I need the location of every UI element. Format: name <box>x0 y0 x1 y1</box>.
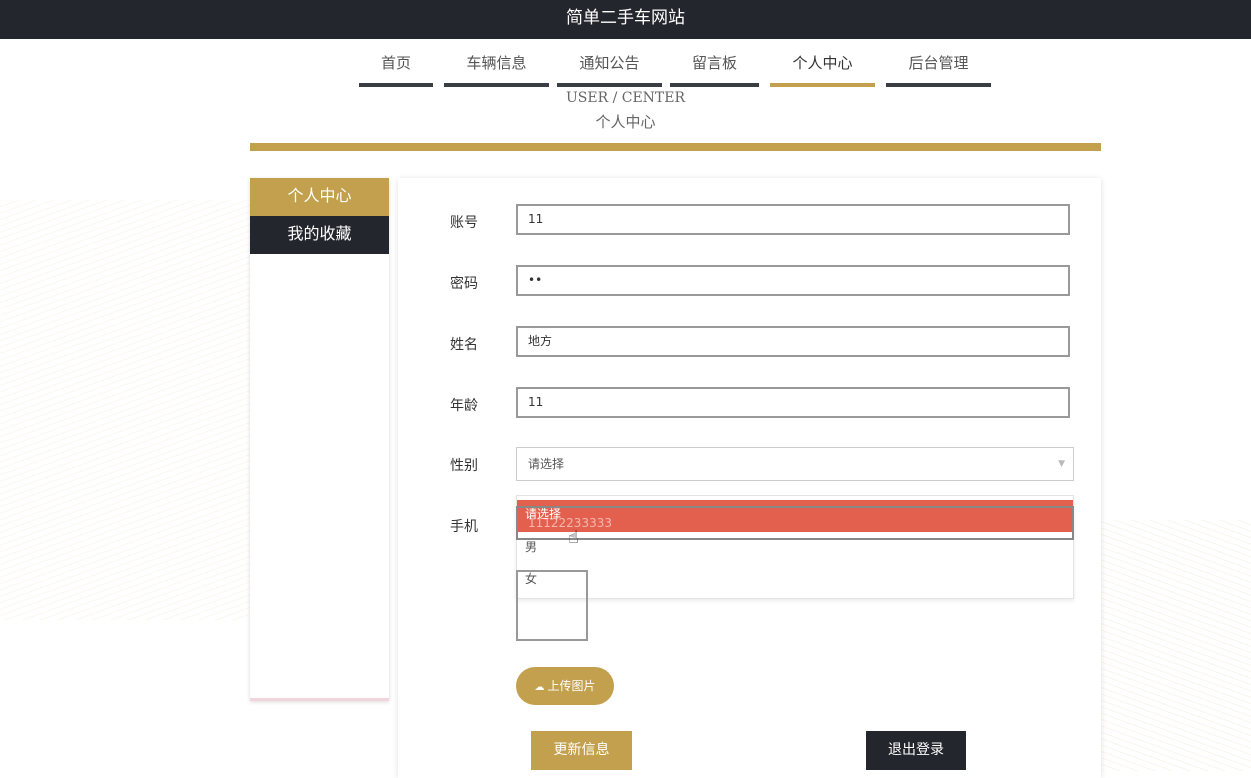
logout-button[interactable]: 退出登录 <box>866 731 966 770</box>
name-field[interactable]: 地方 <box>516 326 1070 357</box>
sidebar-item-user-center[interactable]: 个人中心 <box>250 178 389 216</box>
name-label: 姓名 <box>450 337 478 353</box>
phone-label: 手机 <box>450 519 478 535</box>
upload-label: 上传图片 <box>547 679 596 693</box>
nav-label: 个人中心 <box>792 54 853 72</box>
age-field[interactable]: 11 <box>516 387 1070 418</box>
sidebar: 个人中心 我的收藏 <box>250 178 389 701</box>
main-nav: 首页 车辆信息 通知公告 留言板 个人中心 后台管理 <box>0 39 1251 87</box>
update-info-button[interactable]: 更新信息 <box>531 731 632 770</box>
section-heading-en: USER / CENTER <box>565 90 686 106</box>
nav-item-message-board[interactable]: 留言板 <box>670 39 759 87</box>
upload-image-button[interactable]: ☁ 上传图片 <box>516 667 614 705</box>
chevron-down-icon: ▼ <box>1058 459 1065 469</box>
password-field[interactable]: •• <box>516 265 1070 296</box>
background-decoration-left <box>0 200 250 620</box>
nav-item-vehicles[interactable]: 车辆信息 <box>444 39 549 87</box>
hand-pointer-icon: ☝ <box>568 527 579 548</box>
sidebar-item-favorites[interactable]: 我的收藏 <box>250 216 389 254</box>
gender-dropdown: 请选择 男 女 <box>516 495 1074 599</box>
nav-label: 首页 <box>380 54 411 72</box>
gender-select[interactable]: 请选择 ▼ <box>516 447 1074 481</box>
nav-item-admin[interactable]: 后台管理 <box>886 39 991 87</box>
cloud-upload-icon: ☁ <box>534 682 545 693</box>
gender-select-value: 请选择 <box>528 457 565 471</box>
password-label: 密码 <box>450 276 478 292</box>
gender-option-placeholder[interactable]: 请选择 <box>517 500 1073 532</box>
nav-label: 通知公告 <box>579 54 640 72</box>
section-heading-cn: 个人中心 <box>595 113 656 131</box>
profile-form-panel: 账号 11 密码 •• 姓名 地方 年龄 11 性别 请选择 ▼ 手机 请选择 … <box>398 178 1101 778</box>
account-label: 账号 <box>450 215 478 231</box>
gender-option-female[interactable]: 女 <box>517 564 1073 596</box>
site-header: 简单二手车网站 <box>0 0 1251 39</box>
gender-option-male[interactable]: 男 <box>517 532 1073 564</box>
age-label: 年龄 <box>450 398 478 414</box>
nav-label: 留言板 <box>691 54 737 72</box>
gender-label: 性别 <box>450 458 478 474</box>
nav-item-home[interactable]: 首页 <box>359 39 433 87</box>
account-field[interactable]: 11 <box>516 204 1070 235</box>
heading-divider <box>250 143 1101 151</box>
site-title: 简单二手车网站 <box>566 8 685 28</box>
nav-item-notices[interactable]: 通知公告 <box>557 39 662 87</box>
nav-item-user-center[interactable]: 个人中心 <box>770 39 875 87</box>
background-decoration-right <box>1101 520 1251 771</box>
nav-label: 车辆信息 <box>466 54 527 72</box>
nav-label: 后台管理 <box>908 54 969 72</box>
avatar-preview <box>516 570 588 641</box>
